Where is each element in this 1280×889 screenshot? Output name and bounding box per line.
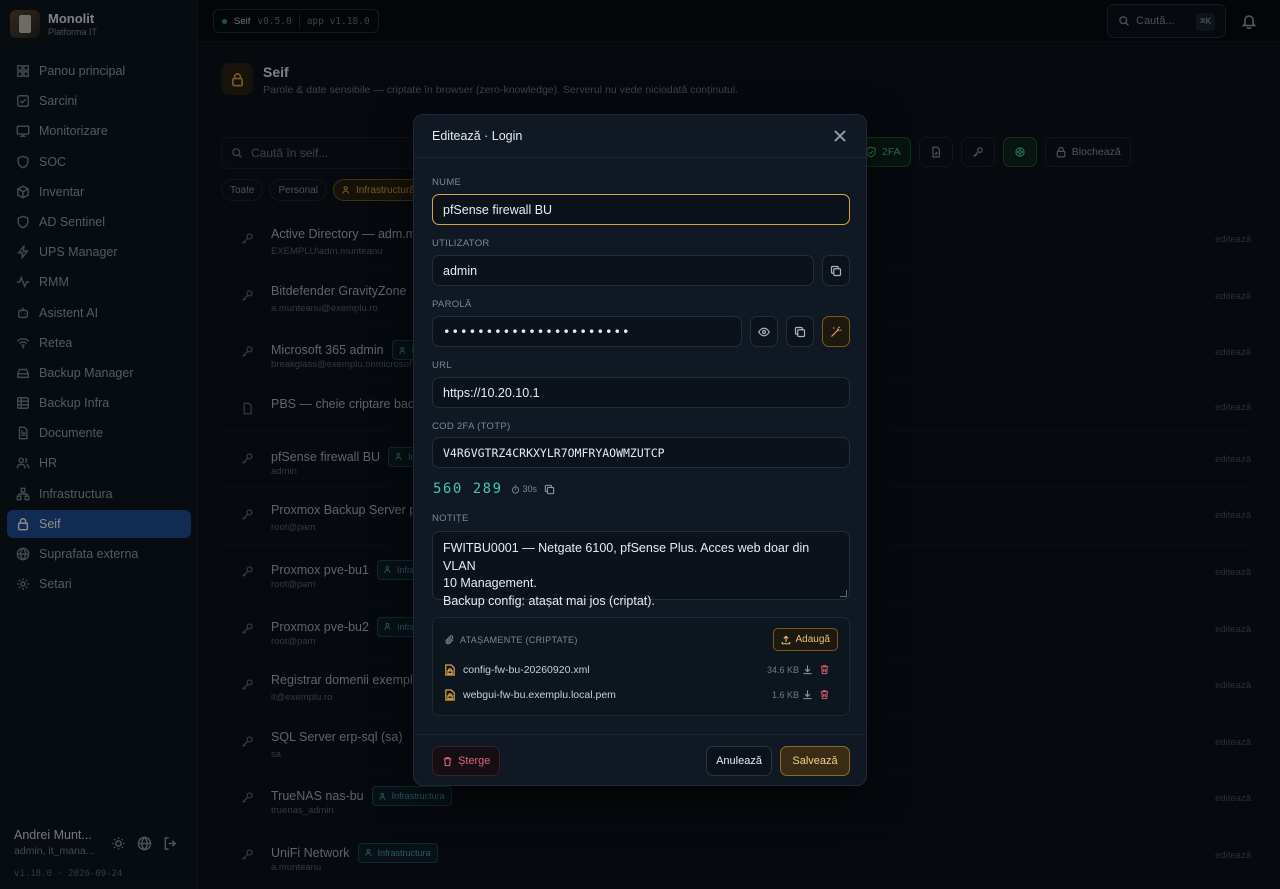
attachments-panel: ATAȘAMENTE (CRIPTATE) Adaugă config-fw-b…: [432, 617, 850, 716]
name-field[interactable]: pfSense firewall BU: [432, 194, 850, 225]
delete-button[interactable]: Șterge: [432, 746, 501, 776]
attachment-name: webgui-fw-bu.exemplu.local.pem: [463, 689, 616, 701]
totp-code: 560 289: [433, 481, 503, 497]
eye-icon: [758, 326, 770, 338]
close-button[interactable]: [834, 130, 846, 142]
password-field[interactable]: ••••••••••••••••••••••: [432, 316, 742, 347]
totp-display: 560 289 30s: [433, 481, 555, 497]
totp-label: COD 2FA (TOTP): [432, 421, 511, 432]
cancel-button[interactable]: Anulează: [706, 746, 772, 776]
modal-title: Editează · Login: [432, 129, 523, 143]
notes-line: 10 Management.: [443, 576, 537, 590]
delete-label: Șterge: [458, 755, 491, 767]
copy-totp-button[interactable]: [537, 484, 555, 495]
file-lock-icon: [445, 689, 455, 701]
trash-icon: [442, 756, 458, 767]
copy-icon: [794, 326, 806, 338]
edit-login-modal: Editează · Login NUME pfSense firewall B…: [413, 114, 867, 786]
username-field[interactable]: admin: [432, 255, 814, 286]
timer-icon: [511, 484, 523, 494]
close-icon: [834, 130, 846, 142]
save-button[interactable]: Salvează: [780, 746, 850, 776]
add-attachment-button[interactable]: Adaugă: [772, 628, 838, 651]
totp-secret-field[interactable]: V4R6VGTRZ4CRKXYLR7OMFRYAOWMZUTCP: [432, 437, 850, 468]
upload-icon: [781, 634, 796, 645]
attachment-size: 34.6 KB: [766, 665, 799, 675]
notes-label: NOTIȚE: [432, 513, 469, 524]
url-label: URL: [432, 360, 452, 371]
attachment-size: 1.6 KB: [771, 690, 799, 700]
trash-icon[interactable]: [819, 689, 830, 700]
attachment-row[interactable]: config-fw-bu-20260920.xml 34.6 KB: [445, 662, 839, 678]
notes-textarea[interactable]: FWITBU0001 — Netgate 6100, pfSense Plus.…: [432, 531, 850, 608]
trash-icon[interactable]: [819, 664, 830, 675]
add-label: Adaugă: [795, 634, 830, 645]
attachments-header: ATAȘAMENTE (CRIPTATE): [445, 635, 578, 645]
modal-footer: Șterge Anulează Salvează: [414, 734, 866, 786]
attachments-label: ATAȘAMENTE (CRIPTATE): [460, 635, 578, 645]
download-icon[interactable]: [802, 664, 813, 675]
download-icon[interactable]: [802, 689, 813, 700]
magic-wand-icon: [830, 326, 842, 338]
url-field[interactable]: https://10.20.10.1: [432, 377, 850, 408]
totp-timer-value: 30s: [522, 484, 538, 494]
paperclip-icon: [445, 635, 460, 645]
password-label: PAROLĂ: [432, 299, 472, 310]
copy-password-button[interactable]: [786, 316, 814, 347]
copy-username-button[interactable]: [822, 255, 850, 286]
copy-icon: [830, 265, 842, 277]
resize-handle[interactable]: [840, 590, 847, 597]
attachment-row[interactable]: webgui-fw-bu.exemplu.local.pem 1.6 KB: [445, 687, 839, 703]
notes-line: Backup config: atașat mai jos (criptat).: [443, 593, 655, 608]
generate-password-button[interactable]: [822, 316, 850, 347]
notes-line: FWITBU0001 — Netgate 6100, pfSense Plus.…: [443, 541, 810, 573]
name-label: NUME: [432, 177, 462, 188]
attachment-name: config-fw-bu-20260920.xml: [463, 664, 590, 676]
user-label: UTILIZATOR: [432, 238, 490, 249]
file-lock-icon: [445, 664, 455, 676]
totp-timer: 30s: [511, 484, 538, 494]
show-password-button[interactable]: [750, 316, 778, 347]
